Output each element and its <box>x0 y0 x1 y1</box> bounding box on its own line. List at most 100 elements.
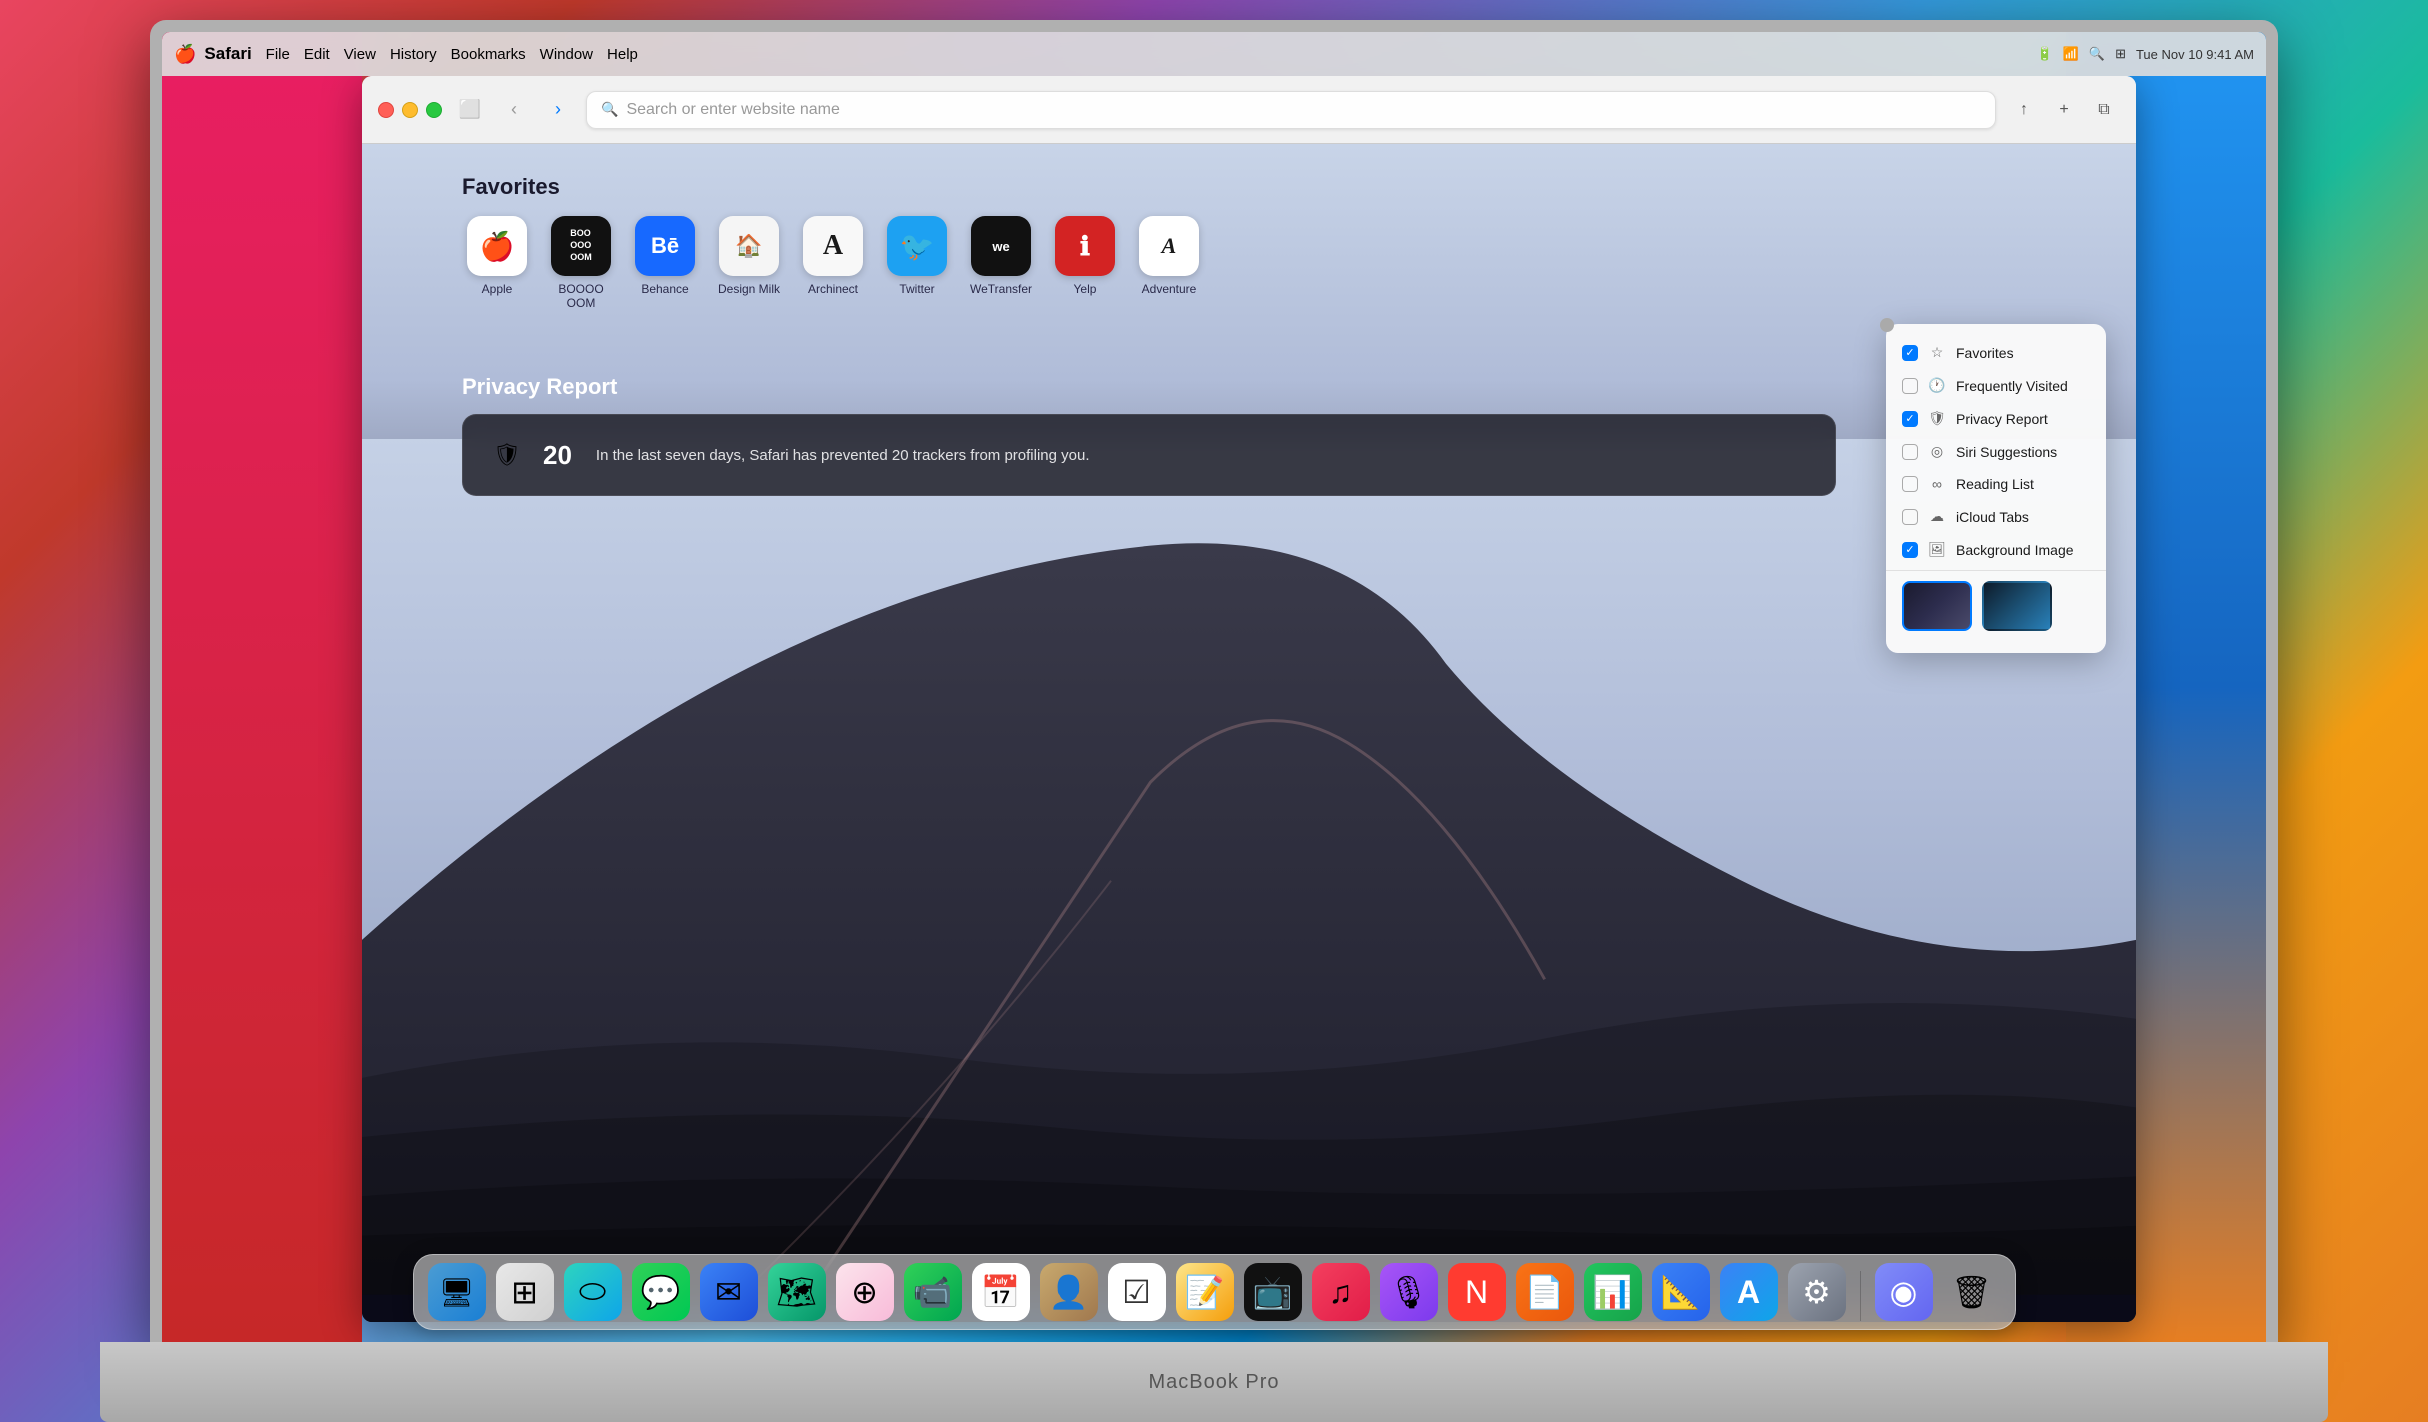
dock-item-numbers[interactable]: 📊 <box>1584 1263 1642 1321</box>
dock-item-messages[interactable]: 💬 <box>632 1263 690 1321</box>
search-input[interactable]: Search or enter website name <box>626 101 839 119</box>
app-name-menu[interactable]: Safari <box>204 44 251 64</box>
dock-item-reminders[interactable]: ☑ <box>1108 1263 1166 1321</box>
dock-item-photos[interactable]: ⊕ <box>836 1263 894 1321</box>
menu-window[interactable]: Window <box>540 46 593 63</box>
dock-divider <box>1860 1271 1861 1321</box>
back-button[interactable]: ‹ <box>498 94 530 126</box>
menubar: 🍎 Safari File Edit View History Bookmark… <box>162 32 2266 76</box>
favorite-twitter[interactable]: 🐦 Twitter <box>882 216 952 310</box>
favorite-boooom[interactable]: BOOOOOOOM BOOOO OOM <box>546 216 616 310</box>
dock: 🖥 ⊞ ⬭ 💬 ✉ 🗺 ⊕ 📹 📅 👤 ☑ 📝 📺 ♫ 🎙 N <box>162 1242 2266 1342</box>
menu-bookmarks[interactable]: Bookmarks <box>451 46 526 63</box>
siri-suggestions-icon: ◎ <box>1928 443 1946 460</box>
customize-background-image[interactable]: ✓ 🖼 Background Image <box>1886 533 2106 566</box>
dock-item-safari[interactable]: ⬭ <box>564 1263 622 1321</box>
macbook-body: 🍎 Safari File Edit View History Bookmark… <box>150 20 2278 1342</box>
menu-file[interactable]: File <box>266 46 290 63</box>
favorite-designmilk-icon: 🏠 <box>719 216 779 276</box>
dock-item-siri[interactable]: ◉ <box>1875 1263 1933 1321</box>
frequently-visited-checkbox[interactable] <box>1902 378 1918 394</box>
search-bar[interactable]: 🔍 Search or enter website name <box>586 91 1996 129</box>
menu-history[interactable]: History <box>390 46 437 63</box>
dock-item-keynote[interactable]: 📐 <box>1652 1263 1710 1321</box>
dock-item-news[interactable]: N <box>1448 1263 1506 1321</box>
favorite-designmilk[interactable]: 🏠 Design Milk <box>714 216 784 310</box>
wallpaper-mountain <box>362 439 2136 1323</box>
dock-item-music[interactable]: ♫ <box>1312 1263 1370 1321</box>
menu-help[interactable]: Help <box>607 46 638 63</box>
menu-view[interactable]: View <box>344 46 376 63</box>
dock-item-systemprefs[interactable]: ⚙ <box>1788 1263 1846 1321</box>
customize-privacy-report[interactable]: ✓ 🛡 Privacy Report <box>1886 402 2106 435</box>
maximize-button[interactable] <box>426 102 442 118</box>
dock-item-appstore[interactable]: A <box>1720 1263 1778 1321</box>
new-tab-button[interactable]: + <box>2048 94 2080 126</box>
favorite-apple[interactable]: 🍎 Apple <box>462 216 532 310</box>
icloud-tabs-label: iCloud Tabs <box>1956 509 2029 525</box>
tabs-overview-button[interactable]: ⧉ <box>2088 94 2120 126</box>
dock-item-mail[interactable]: ✉ <box>700 1263 758 1321</box>
dock-item-tv[interactable]: 📺 <box>1244 1263 1302 1321</box>
favorite-yelp[interactable]: ℹ Yelp <box>1050 216 1120 310</box>
dock-item-trash[interactable]: 🗑 <box>1943 1263 2001 1321</box>
customize-siri-suggestions[interactable]: ◎ Siri Suggestions <box>1886 435 2106 468</box>
privacy-section: Privacy Report 🛡 20 In the last seven da… <box>462 374 1836 496</box>
favorite-adventure-label: Adventure <box>1142 282 1197 296</box>
reading-list-checkbox[interactable] <box>1902 476 1918 492</box>
privacy-tracker-count: 20 <box>543 440 572 471</box>
privacy-report-card[interactable]: 🛡 20 In the last seven days, Safari has … <box>462 414 1836 496</box>
dock-item-calendar[interactable]: 📅 <box>972 1263 1030 1321</box>
favorite-twitter-label: Twitter <box>899 282 934 296</box>
favorite-yelp-icon: ℹ <box>1055 216 1115 276</box>
favorite-behance[interactable]: Bē Behance <box>630 216 700 310</box>
favorites-checkbox[interactable]: ✓ <box>1902 345 1918 361</box>
bg-thumb-bigsur[interactable] <box>1902 581 1972 631</box>
dock-item-podcasts[interactable]: 🎙 <box>1380 1263 1438 1321</box>
control-center-icon[interactable]: ⊞ <box>2115 46 2126 62</box>
apple-menu-icon[interactable]: 🍎 <box>174 44 196 65</box>
frequently-visited-icon: 🕐 <box>1928 377 1946 394</box>
menubar-right: 🔋 📶 🔍 ⊞ Tue Nov 10 9:41 AM <box>2037 46 2255 62</box>
favorite-apple-icon: 🍎 <box>467 216 527 276</box>
privacy-report-title: Privacy Report <box>462 374 1836 400</box>
close-button[interactable] <box>378 102 394 118</box>
icloud-tabs-icon: ☁ <box>1928 508 1946 525</box>
dock-item-maps[interactable]: 🗺 <box>768 1263 826 1321</box>
sidebar-toggle-button[interactable]: ⬜ <box>454 94 486 126</box>
dock-item-pages[interactable]: 📄 <box>1516 1263 1574 1321</box>
favorite-archinect-label: Archinect <box>808 282 858 296</box>
favorites-grid: 🍎 Apple BOOOOOOOM BOOOO OOM Bē Behance <box>462 216 2116 310</box>
search-icon[interactable]: 🔍 <box>2089 46 2105 62</box>
forward-button[interactable]: › <box>542 94 574 126</box>
favorites-label: Favorites <box>1956 345 2014 361</box>
safari-toolbar: ⬜ ‹ › 🔍 Search or enter website name ↑ +… <box>362 76 2136 144</box>
dock-item-facetime[interactable]: 📹 <box>904 1263 962 1321</box>
icloud-tabs-checkbox[interactable] <box>1902 509 1918 525</box>
dock-item-contacts[interactable]: 👤 <box>1040 1263 1098 1321</box>
favorite-archinect[interactable]: A Archinect <box>798 216 868 310</box>
background-image-checkbox[interactable]: ✓ <box>1902 542 1918 558</box>
new-tab-page: Favorites 🍎 Apple BOOOOOOOM BOOOO OOM <box>362 144 2136 1322</box>
minimize-button[interactable] <box>402 102 418 118</box>
customize-frequently-visited[interactable]: 🕐 Frequently Visited <box>1886 369 2106 402</box>
favorite-apple-label: Apple <box>482 282 513 296</box>
dock-item-notes[interactable]: 📝 <box>1176 1263 1234 1321</box>
share-button[interactable]: ↑ <box>2008 94 2040 126</box>
dock-item-launchpad[interactable]: ⊞ <box>496 1263 554 1321</box>
background-image-label: Background Image <box>1956 542 2074 558</box>
dock-item-finder[interactable]: 🖥 <box>428 1263 486 1321</box>
reading-list-label: Reading List <box>1956 476 2034 492</box>
favorite-wetransfer[interactable]: we WeTransfer <box>966 216 1036 310</box>
customize-reading-list[interactable]: ∞ Reading List <box>1886 468 2106 500</box>
customize-favorites[interactable]: ✓ ☆ Favorites <box>1886 336 2106 369</box>
privacy-report-checkbox[interactable]: ✓ <box>1902 411 1918 427</box>
bg-thumb-underwater[interactable] <box>1982 581 2052 631</box>
favorite-adventure[interactable]: A Adventure <box>1134 216 1204 310</box>
customize-icloud-tabs[interactable]: ☁ iCloud Tabs <box>1886 500 2106 533</box>
dock-container: 🖥 ⊞ ⬭ 💬 ✉ 🗺 ⊕ 📹 📅 👤 ☑ 📝 📺 ♫ 🎙 N <box>413 1254 2016 1330</box>
siri-suggestions-checkbox[interactable] <box>1902 444 1918 460</box>
panel-close-button[interactable] <box>1880 318 1894 332</box>
menu-edit[interactable]: Edit <box>304 46 330 63</box>
frequently-visited-label: Frequently Visited <box>1956 378 2068 394</box>
